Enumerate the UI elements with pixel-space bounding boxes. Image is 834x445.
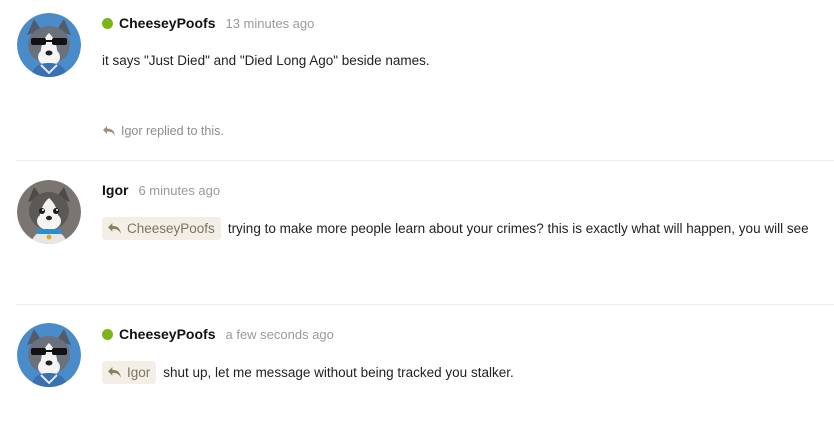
comment-post: Igor 6 minutes ago CheeseyPoofs trying t… (0, 161, 834, 304)
online-status-icon (102, 17, 113, 29)
post-content: it says "Just Died" and "Died Long Ago" … (102, 50, 430, 70)
post-timestamp[interactable]: 6 minutes ago (138, 183, 220, 198)
mention-name: CheeseyPoofs (127, 220, 215, 236)
husky-collar-avatar-image (17, 180, 81, 244)
post-content: CheeseyPoofs trying to make more people … (102, 216, 809, 240)
post-text: it says "Just Died" and "Died Long Ago" … (102, 52, 430, 68)
mention-name: Igor (127, 364, 151, 380)
post-text: trying to make more people learn about y… (227, 220, 809, 236)
comment-thread: CheeseyPoofs 13 minutes ago it says "Jus… (0, 0, 834, 445)
post-text: shut up, let me message without being tr… (163, 364, 514, 380)
comment-post: CheeseyPoofs a few seconds ago Igor shut… (0, 305, 834, 445)
avatar[interactable] (17, 180, 81, 244)
replied-to-this-link[interactable]: Igor replied to this. (102, 121, 224, 141)
avatar[interactable] (17, 323, 81, 387)
online-status-icon (102, 328, 113, 340)
post-timestamp[interactable]: a few seconds ago (225, 327, 333, 342)
comment-post: CheeseyPoofs 13 minutes ago it says "Jus… (0, 0, 834, 160)
reply-mention[interactable]: Igor (102, 360, 157, 384)
author-name[interactable]: CheeseyPoofs (119, 15, 215, 31)
post-header: Igor 6 minutes ago (102, 180, 220, 200)
author-name[interactable]: Igor (102, 182, 128, 198)
post-header: CheeseyPoofs 13 minutes ago (102, 13, 314, 33)
post-content: Igor shut up, let me message without bei… (102, 360, 514, 384)
post-header: CheeseyPoofs a few seconds ago (102, 324, 334, 344)
reply-mention[interactable]: CheeseyPoofs (102, 216, 221, 240)
post-timestamp[interactable]: 13 minutes ago (225, 16, 314, 31)
husky-sunglasses-avatar-image (17, 13, 81, 77)
author-name[interactable]: CheeseyPoofs (119, 326, 215, 342)
husky-sunglasses-avatar-image (17, 323, 81, 387)
avatar[interactable] (17, 13, 81, 77)
replied-note-text: Igor replied to this. (121, 124, 224, 138)
reply-arrow-icon (102, 125, 116, 137)
reply-arrow-icon (107, 366, 122, 379)
reply-arrow-icon (107, 222, 122, 235)
